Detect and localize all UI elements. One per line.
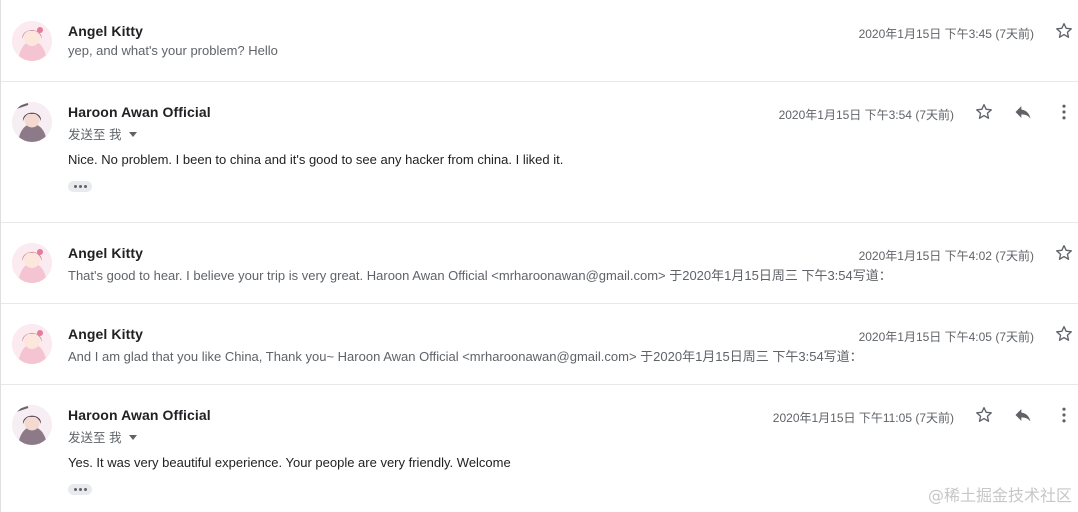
avatar[interactable] xyxy=(12,102,52,142)
message-body: Nice. No problem. I been to china and it… xyxy=(68,152,564,167)
caret-down-icon xyxy=(129,131,138,137)
more-vert-icon[interactable] xyxy=(1052,403,1076,427)
sender-name: Haroon Awan Official xyxy=(68,407,211,423)
star-icon[interactable] xyxy=(1052,19,1076,43)
sender-name: Angel Kitty xyxy=(68,23,143,39)
message-snippet: yep, and what's your problem? Hello xyxy=(68,43,278,58)
recipients-toggle[interactable]: 发送至 我 xyxy=(68,124,138,143)
sender-name: Angel Kitty xyxy=(68,245,143,261)
recipients-label: 发送至 我 xyxy=(68,431,122,445)
reply-icon[interactable] xyxy=(1011,100,1035,124)
star-icon[interactable] xyxy=(972,403,996,427)
message-collapsed[interactable]: Angel Kitty That's good to hear. I belie… xyxy=(1,223,1078,304)
star-icon[interactable] xyxy=(972,100,996,124)
message-collapsed[interactable]: Angel Kitty And I am glad that you like … xyxy=(1,304,1078,385)
message-expanded: Haroon Awan Official 发送至 我 2020年1月15日 下午… xyxy=(1,385,1078,512)
message-collapsed[interactable]: Angel Kitty yep, and what's your problem… xyxy=(1,0,1078,82)
star-icon[interactable] xyxy=(1052,241,1076,265)
more-horiz-icon[interactable] xyxy=(68,484,92,495)
star-icon[interactable] xyxy=(1052,322,1076,346)
sender-name: Haroon Awan Official xyxy=(68,104,211,120)
avatar[interactable] xyxy=(12,324,52,364)
avatar[interactable] xyxy=(12,243,52,283)
sender-name: Angel Kitty xyxy=(68,326,143,342)
message-date: 2020年1月15日 下午4:05 (7天前) xyxy=(858,330,1034,344)
message-date: 2020年1月15日 下午3:45 (7天前) xyxy=(858,27,1034,41)
watermark: @稀土掘金技术社区 xyxy=(927,486,1072,505)
email-thread: Angel Kitty yep, and what's your problem… xyxy=(0,0,1078,512)
message-date: 2020年1月15日 下午3:54 (7天前) xyxy=(778,108,954,122)
caret-down-icon xyxy=(129,434,138,440)
avatar[interactable] xyxy=(12,405,52,445)
recipients-label: 发送至 我 xyxy=(68,128,122,142)
more-horiz-icon[interactable] xyxy=(68,181,92,192)
recipients-toggle[interactable]: 发送至 我 xyxy=(68,427,138,446)
message-snippet: That's good to hear. I believe your trip… xyxy=(68,268,892,283)
message-snippet: And I am glad that you like China, Thank… xyxy=(68,349,863,364)
message-body: Yes. It was very beautiful experience. Y… xyxy=(68,455,511,470)
message-expanded: Haroon Awan Official 发送至 我 2020年1月15日 下午… xyxy=(1,82,1078,223)
avatar[interactable] xyxy=(12,21,52,61)
message-date: 2020年1月15日 下午4:02 (7天前) xyxy=(858,249,1034,263)
more-vert-icon[interactable] xyxy=(1052,100,1076,124)
message-date: 2020年1月15日 下午11:05 (7天前) xyxy=(772,411,954,425)
reply-icon[interactable] xyxy=(1011,403,1035,427)
